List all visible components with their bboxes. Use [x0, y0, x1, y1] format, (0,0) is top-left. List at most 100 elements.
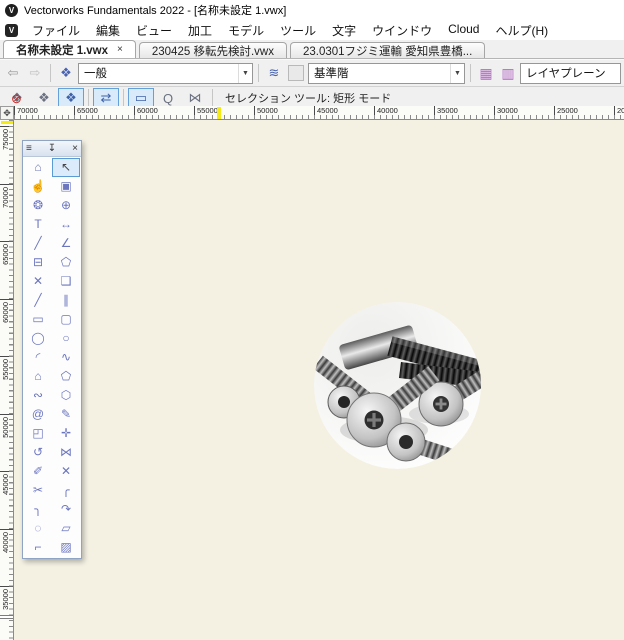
menu-item[interactable]: モデル	[220, 20, 272, 41]
text-icon[interactable]: T	[24, 215, 52, 234]
knife-icon[interactable]: ✐	[24, 462, 52, 481]
line-icon[interactable]: ╱	[24, 291, 52, 310]
view-toolbar: ⇦ ⇨ ❖ 一般 ▼ ≋ 基準階 ▼ ▦ ▥ レイヤプレーン	[0, 59, 624, 87]
eraser-icon[interactable]: ▱	[52, 519, 80, 538]
saved-views-icon[interactable]: ❖	[56, 63, 76, 83]
rotate-icon[interactable]: ↺	[24, 443, 52, 462]
layer-dropdown-value: 基準階	[314, 65, 349, 81]
cut-icon[interactable]: ✕	[24, 272, 52, 291]
menu-item[interactable]: ファイル	[24, 20, 88, 41]
menu-item[interactable]: ヘルプ(H)	[487, 20, 556, 41]
arc-icon[interactable]: ◜	[24, 348, 52, 367]
flyover-icon[interactable]: ❂	[24, 196, 52, 215]
offset-arc-icon[interactable]: ↷	[52, 500, 80, 519]
fillet-icon[interactable]: ╭	[52, 481, 80, 500]
tab-close-icon[interactable]: ×	[117, 44, 123, 55]
chevron-down-icon: ▼	[238, 64, 252, 83]
document-tab[interactable]: 名称未設定 1.vwx ×	[3, 40, 136, 58]
separator	[50, 64, 51, 82]
layers-stack-icon[interactable]: ≋	[264, 63, 284, 83]
forward-icon[interactable]: ⇨	[25, 63, 45, 83]
trim-icon[interactable]: ✕	[52, 462, 80, 481]
window-title: Vectorworks Fundamentals 2022 - [名称未設定 1…	[24, 2, 286, 18]
palette-tool-grid: ⌂↖☝▣❂⊕T↔╱∠⊟⬠✕❑╱∥▭▢◯○◜∿⌂⬠∾⬡@✎◰✛↺⋈✐✕✂╭╮↷◌▱…	[23, 157, 81, 558]
menu-item[interactable]: ツール	[272, 20, 324, 41]
vectorworks-window: V Vectorworks Fundamentals 2022 - [名称未設定…	[0, 0, 624, 640]
palette-close-icon[interactable]: ×	[72, 142, 78, 156]
vectorworks-logo-icon: V	[5, 4, 18, 17]
edit-polygon-icon[interactable]: ✛	[52, 424, 80, 443]
connector-icon[interactable]: ⌐	[24, 538, 52, 557]
tab-label: 名称未設定 1.vwx	[16, 42, 108, 58]
corner-arc-icon[interactable]: ╮	[24, 500, 52, 519]
angle-dimension-icon[interactable]: ∠	[52, 234, 80, 253]
menu-bar: V ファイル編集ビュー加工モデルツール文字ウインドウCloudヘルプ(H)	[0, 20, 624, 40]
pen-icon[interactable]: ✎	[52, 405, 80, 424]
cube-3d-icon[interactable]: ❑	[52, 272, 80, 291]
layer-dropdown[interactable]: 基準階 ▼	[308, 63, 465, 84]
menu-item[interactable]: ビュー	[128, 20, 180, 41]
palette-menu-icon[interactable]: ≡	[26, 142, 32, 156]
basic-tool-palette: ≡ ↧ × ⌂↖☝▣❂⊕T↔╱∠⊟⬠✕❑╱∥▭▢◯○◜∿⌂⬠∾⬡@✎◰✛↺⋈✐✕…	[22, 140, 82, 559]
document-tab[interactable]: 23.0301フジミ運輸 愛知県豊橋...	[290, 42, 485, 58]
class-dropdown-value: 一般	[84, 65, 107, 81]
freehand-icon[interactable]: ∿	[52, 348, 80, 367]
ruler-page-break	[0, 615, 13, 619]
spiral-icon[interactable]: @	[24, 405, 52, 424]
hatch-stamp-icon[interactable]: ▨	[52, 538, 80, 557]
separator	[258, 64, 259, 82]
horizontal-ruler-ticks	[14, 115, 624, 119]
separator	[212, 89, 213, 107]
menu-item[interactable]: 加工	[180, 20, 220, 41]
plane-dropdown-value: レイヤプレーン	[526, 65, 606, 81]
double-line-icon[interactable]: ∥	[52, 291, 80, 310]
polyline-icon[interactable]: ⬠	[52, 367, 80, 386]
vertical-ruler: 7500070000650006000055000500004500040000…	[0, 120, 14, 640]
ellipse-icon[interactable]: ○	[52, 329, 80, 348]
camera-icon[interactable]: ▣	[52, 177, 80, 196]
palette-pin-icon[interactable]: ↧	[48, 142, 56, 156]
palette-header[interactable]: ≡ ↧ ×	[23, 141, 81, 157]
diagonal-dimension-icon[interactable]: ╱	[24, 234, 52, 253]
freeform-shape-icon[interactable]: ⬠	[52, 253, 80, 272]
curve-blob-icon[interactable]: ∾	[24, 386, 52, 405]
callout-icon[interactable]: ⊟	[24, 253, 52, 272]
dimension-icon[interactable]: ↔	[52, 215, 80, 234]
selection-cursor-icon[interactable]: ↖	[52, 158, 80, 177]
app-icon: V	[5, 24, 18, 37]
page-marker-vertical	[1, 121, 13, 124]
tab-label: 23.0301フジミ運輸 愛知県豊橋...	[303, 43, 472, 59]
rounded-rectangle-icon[interactable]: ▢	[52, 310, 80, 329]
layer-options-button[interactable]	[288, 65, 304, 81]
back-icon[interactable]: ⇦	[3, 63, 23, 83]
class-dropdown[interactable]: 一般 ▼	[78, 63, 253, 84]
horizontal-ruler: 7000065000600005500050000450004000035000…	[14, 106, 624, 120]
menu-item[interactable]: 編集	[88, 20, 128, 41]
pan-hand-icon[interactable]: ☝	[24, 177, 52, 196]
screws-image[interactable]	[314, 302, 481, 469]
scissors-icon[interactable]: ✂	[24, 481, 52, 500]
outline-lasso-icon[interactable]: ◌	[24, 519, 52, 538]
separator	[470, 64, 471, 82]
rectangle-icon[interactable]: ▭	[24, 310, 52, 329]
menu-item[interactable]: 文字	[324, 20, 364, 41]
ruler-origin-icon[interactable]: ✥	[0, 106, 14, 120]
reshape-icon[interactable]: ◰	[24, 424, 52, 443]
view-pane2-icon[interactable]: ▥	[498, 63, 518, 83]
menu-item[interactable]: Cloud	[440, 20, 487, 41]
menu-item[interactable]: ウインドウ	[364, 20, 440, 41]
document-tab[interactable]: 230425 移転先検討.vwx	[139, 42, 287, 58]
plane-dropdown[interactable]: レイヤプレーン	[520, 63, 621, 84]
polygon-icon[interactable]: ⌂	[24, 158, 52, 177]
circle-icon[interactable]: ◯	[24, 329, 52, 348]
zoom-icon[interactable]: ⊕	[52, 196, 80, 215]
mode-status-text: セレクション ツール: 矩形 モード	[225, 90, 391, 106]
view-pane-icon[interactable]: ▦	[476, 63, 496, 83]
polygon2-icon[interactable]: ⌂	[24, 367, 52, 386]
document-tabs: 名称未設定 1.vwx × 230425 移転先検討.vwx 23.0301フジ…	[0, 40, 624, 59]
hexagon-icon[interactable]: ⬡	[52, 386, 80, 405]
mirror-icon[interactable]: ⋈	[52, 443, 80, 462]
chevron-down-icon: ▼	[450, 64, 464, 83]
title-bar: V Vectorworks Fundamentals 2022 - [名称未設定…	[0, 0, 624, 20]
prohibit-overlay-icon: ⊘	[11, 91, 22, 107]
